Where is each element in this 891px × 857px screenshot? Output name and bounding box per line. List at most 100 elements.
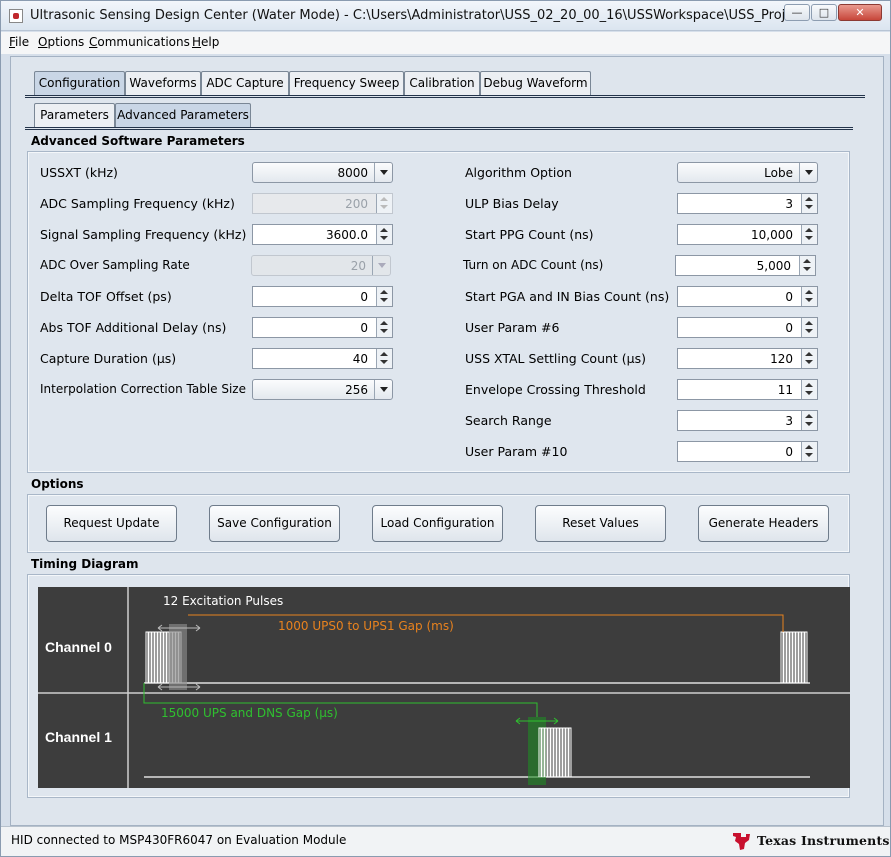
interpolation-table-size-value: 256: [345, 383, 368, 397]
spinner-arrows-icon[interactable]: [801, 194, 817, 213]
label-user-param-6: User Param #6: [465, 320, 560, 335]
tab-debug-waveform[interactable]: Debug Waveform: [480, 71, 591, 95]
user-param-6-field[interactable]: 0: [677, 317, 818, 338]
channel-0-label: Channel 0: [45, 639, 112, 655]
advanced-section-title: Advanced Software Parameters: [31, 134, 245, 148]
subtab-advanced-parameters[interactable]: Advanced Parameters: [115, 103, 251, 127]
subtab-divider: [25, 127, 853, 130]
spinner-arrows-icon[interactable]: [801, 318, 817, 337]
spinner-arrows-icon[interactable]: [799, 256, 815, 275]
ussxt-select[interactable]: 8000: [252, 162, 393, 183]
adc-sampling-frequency-field: 200: [252, 193, 393, 214]
search-range-field[interactable]: 3: [677, 410, 818, 431]
label-user-param-10: User Param #10: [465, 444, 568, 459]
user-param-10-field[interactable]: 0: [677, 441, 818, 462]
request-update-button[interactable]: Request Update: [46, 505, 177, 542]
minimize-button[interactable]: —: [784, 4, 810, 21]
label-adc-over-sampling-rate: ADC Over Sampling Rate: [40, 258, 190, 272]
user-param-10-value: 0: [785, 445, 793, 459]
timing-diagram-svg: Channel 0 Channel 1 12 Excitation Pulses…: [38, 587, 850, 788]
maximize-button[interactable]: □: [811, 4, 837, 21]
adc-over-sampling-rate-select: 20: [251, 255, 391, 276]
adc-sampling-frequency-value: 200: [345, 197, 368, 211]
spinner-arrows-icon[interactable]: [801, 380, 817, 399]
chevron-down-icon[interactable]: [374, 380, 392, 399]
delta-tof-offset-field[interactable]: 0: [252, 286, 393, 307]
chevron-down-icon: [372, 256, 390, 275]
timing-diagram: Channel 0 Channel 1 12 Excitation Pulses…: [38, 587, 850, 788]
tab-configuration[interactable]: Configuration: [34, 71, 125, 95]
spinner-arrows-icon[interactable]: [376, 287, 392, 306]
label-ussxt: USSXT (kHz): [40, 165, 118, 180]
signal-sampling-frequency-field[interactable]: 3600.0: [252, 224, 393, 245]
tab-adc-capture[interactable]: ADC Capture: [201, 71, 289, 95]
window-title: Ultrasonic Sensing Design Center (Water …: [30, 8, 806, 23]
abs-tof-additional-delay-value: 0: [360, 321, 368, 335]
subtab-parameters[interactable]: Parameters: [34, 103, 115, 127]
spinner-arrows-icon[interactable]: [801, 349, 817, 368]
label-ulp-bias-delay: ULP Bias Delay: [465, 196, 559, 211]
label-uss-xtal-settling-count: USS XTAL Settling Count (µs): [465, 351, 647, 366]
capture-duration-field[interactable]: 40: [252, 348, 393, 369]
ti-logo-icon: [733, 833, 750, 850]
label-capture-duration: Capture Duration (µs): [40, 351, 177, 366]
capture-duration-value: 40: [352, 352, 368, 366]
app-window: Ultrasonic Sensing Design Center (Water …: [0, 0, 891, 857]
menu-options[interactable]: Options: [38, 35, 84, 49]
search-range-value: 3: [785, 414, 793, 428]
spinner-arrows-icon[interactable]: [801, 411, 817, 430]
start-ppg-count-value: 10,000: [751, 228, 793, 242]
chevron-down-icon[interactable]: [374, 163, 392, 182]
spinner-arrows-icon[interactable]: [801, 225, 817, 244]
spinner-arrows-icon[interactable]: [376, 349, 392, 368]
label-signal-sampling-frequency: Signal Sampling Frequency (kHz): [40, 227, 247, 242]
start-pga-in-bias-count-value: 0: [785, 290, 793, 304]
tab-divider: [25, 95, 865, 98]
envelope-crossing-threshold-field[interactable]: 11: [677, 379, 818, 400]
spinner-arrows-icon[interactable]: [376, 318, 392, 337]
start-ppg-count-field[interactable]: 10,000: [677, 224, 818, 245]
user-param-6-value: 0: [785, 321, 793, 335]
spinner-arrows-icon[interactable]: [376, 225, 392, 244]
start-pga-in-bias-count-field[interactable]: 0: [677, 286, 818, 307]
algorithm-option-select[interactable]: Lobe: [677, 162, 818, 183]
spinner-arrows-icon: [376, 194, 392, 213]
ulp-bias-delay-field[interactable]: 3: [677, 193, 818, 214]
reset-values-button[interactable]: Reset Values: [535, 505, 666, 542]
generate-headers-button[interactable]: Generate Headers: [698, 505, 829, 542]
menu-help[interactable]: Help: [192, 35, 219, 49]
main-content: Configuration Waveforms ADC Capture Freq…: [10, 56, 884, 826]
load-configuration-button[interactable]: Load Configuration: [372, 505, 503, 542]
dns-gap-label: 15000 UPS and DNS Gap (µs): [161, 706, 338, 720]
ulp-bias-delay-value: 3: [785, 197, 793, 211]
save-configuration-button[interactable]: Save Configuration: [209, 505, 340, 542]
envelope-crossing-threshold-value: 11: [777, 383, 793, 397]
uss-xtal-settling-count-field[interactable]: 120: [677, 348, 818, 369]
adc-over-sampling-rate-value: 20: [350, 259, 366, 273]
channel-0-window-marker: [169, 624, 187, 690]
abs-tof-additional-delay-field[interactable]: 0: [252, 317, 393, 338]
title-bar: Ultrasonic Sensing Design Center (Water …: [1, 1, 890, 31]
tab-calibration[interactable]: Calibration: [404, 71, 480, 95]
channel-1-label: Channel 1: [45, 729, 112, 745]
chevron-down-icon[interactable]: [799, 163, 817, 182]
spinner-arrows-icon[interactable]: [801, 442, 817, 461]
label-adc-sampling-frequency: ADC Sampling Frequency (kHz): [40, 196, 235, 211]
label-abs-tof-additional-delay: Abs TOF Additional Delay (ns): [40, 320, 227, 335]
label-delta-tof-offset: Delta TOF Offset (ps): [40, 289, 172, 304]
menu-bar: File Options Communications Help: [1, 32, 890, 54]
close-button[interactable]: ✕: [838, 4, 882, 21]
excitation-pulses-label: 12 Excitation Pulses: [163, 594, 283, 608]
tab-frequency-sweep[interactable]: Frequency Sweep: [289, 71, 404, 95]
menu-file[interactable]: File: [9, 35, 29, 49]
menu-communications[interactable]: Communications: [89, 35, 190, 49]
interpolation-table-size-select[interactable]: 256: [252, 379, 393, 400]
tab-waveforms[interactable]: Waveforms: [125, 71, 201, 95]
spinner-arrows-icon[interactable]: [801, 287, 817, 306]
turn-on-adc-count-field[interactable]: 5,000: [675, 255, 816, 276]
label-start-ppg-count: Start PPG Count (ns): [465, 227, 594, 242]
ups-gap-label: 1000 UPS0 to UPS1 Gap (ms): [278, 619, 454, 633]
label-algorithm-option: Algorithm Option: [465, 165, 572, 180]
label-interpolation-correction-table-size: Interpolation Correction Table Size: [40, 382, 246, 396]
label-turn-on-adc-count: Turn on ADC Count (ns): [463, 258, 604, 272]
